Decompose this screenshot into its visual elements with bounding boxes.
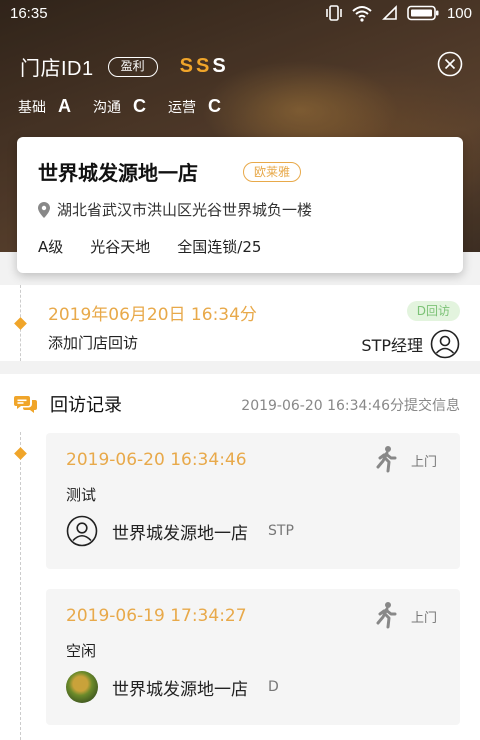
store-tag-area: 光谷天地	[90, 238, 151, 256]
signal-icon	[382, 5, 397, 20]
store-info-card: 世界城发源地一店 欧莱雅 湖北省武汉市洪山区光谷世界城负一楼 A级 光谷天地 全…	[17, 137, 463, 273]
grade-letter-2: S	[195, 55, 213, 77]
walking-person-icon	[376, 446, 397, 473]
store-id: 门店ID1	[20, 58, 94, 80]
store-address: 湖北省武汉市洪山区光谷世界城负一楼	[38, 199, 312, 220]
level-label-basic: 基础	[18, 100, 46, 116]
user-avatar-icon	[430, 329, 460, 359]
visit-summary[interactable]: 2019年06月20日 16:34分 添加门店回访 D回访 STP经理	[0, 285, 480, 361]
battery-percent: 100	[446, 4, 472, 22]
store-tags: A级 光谷天地 全国连锁/25	[38, 236, 288, 257]
store-address-text: 湖北省武汉市洪山区光谷世界城负一楼	[57, 201, 313, 219]
level-value-basic: A	[58, 96, 71, 116]
level-value-communication: C	[133, 96, 146, 116]
level-value-operation: C	[208, 96, 221, 116]
records-submitted-time: 2019-06-20 16:34:46分提交信息	[241, 398, 460, 414]
user-photo-avatar	[66, 671, 98, 703]
status-time: 16:35	[10, 5, 48, 22]
profit-tag: 盈利	[107, 56, 158, 77]
visit-role-label: STP经理	[361, 336, 423, 355]
visit-role: STP经理	[361, 329, 460, 359]
record-time: 2019-06-20 16:34:46	[66, 450, 247, 470]
visit-action: 添加门店回访	[48, 334, 139, 352]
record-note: 空闲	[66, 642, 97, 660]
record-time: 2019-06-19 17:34:27	[66, 606, 247, 626]
store-grade: SSS	[180, 55, 229, 78]
level-scores: 基础 A 沟通 C 运营 C	[18, 96, 243, 117]
record-user-role: STP	[268, 523, 294, 539]
store-name: 世界城发源地一店	[38, 161, 198, 185]
records-header: 回访记录	[14, 391, 122, 417]
close-icon[interactable]	[437, 51, 463, 77]
grade-letter-3: S	[212, 55, 229, 77]
records-title: 回访记录	[50, 395, 122, 416]
timeline-line-records	[20, 432, 21, 740]
brand-tag: 欧莱雅	[243, 162, 302, 182]
record-store-name: 世界城发源地一店	[112, 523, 248, 544]
timeline-diamond-record	[14, 447, 27, 460]
location-pin-icon	[38, 201, 50, 218]
battery-icon	[407, 5, 439, 21]
record-author: 世界城发源地一店 D	[66, 671, 279, 703]
store-tag-level: A级	[38, 238, 64, 256]
record-user-role: D	[268, 679, 279, 695]
record-author: 世界城发源地一店 STP	[66, 515, 294, 547]
visit-records: 回访记录 2019-06-20 16:34:46分提交信息 2019-06-20…	[0, 374, 480, 740]
vibrate-icon	[326, 5, 342, 21]
chat-bubbles-icon	[14, 396, 37, 413]
status-bar: 16:35 100	[0, 0, 480, 28]
record-note: 测试	[66, 486, 97, 504]
record-entry[interactable]: 2019-06-20 16:34:46 上门 测试 世界城发源地一店 STP	[46, 433, 460, 569]
store-title-row: 门店ID1 盈利 SSS	[20, 52, 229, 81]
level-label-communication: 沟通	[93, 100, 121, 116]
grade-letter-1: S	[179, 55, 196, 77]
store-tag-chain: 全国连锁/25	[177, 238, 262, 256]
level-label-operation: 运营	[168, 100, 196, 116]
user-avatar-icon	[66, 515, 98, 547]
wifi-icon	[352, 6, 372, 22]
walking-person-icon	[376, 602, 397, 629]
record-visit-type: 上门	[411, 455, 438, 470]
record-entry[interactable]: 2019-06-19 17:34:27 上门 空闲 世界城发源地一店 D	[46, 589, 460, 725]
visit-type-badge: D回访	[406, 301, 460, 321]
record-store-name: 世界城发源地一店	[112, 679, 248, 700]
visit-date: 2019年06月20日 16:34分	[48, 305, 257, 325]
record-visit-type: 上门	[411, 611, 438, 626]
